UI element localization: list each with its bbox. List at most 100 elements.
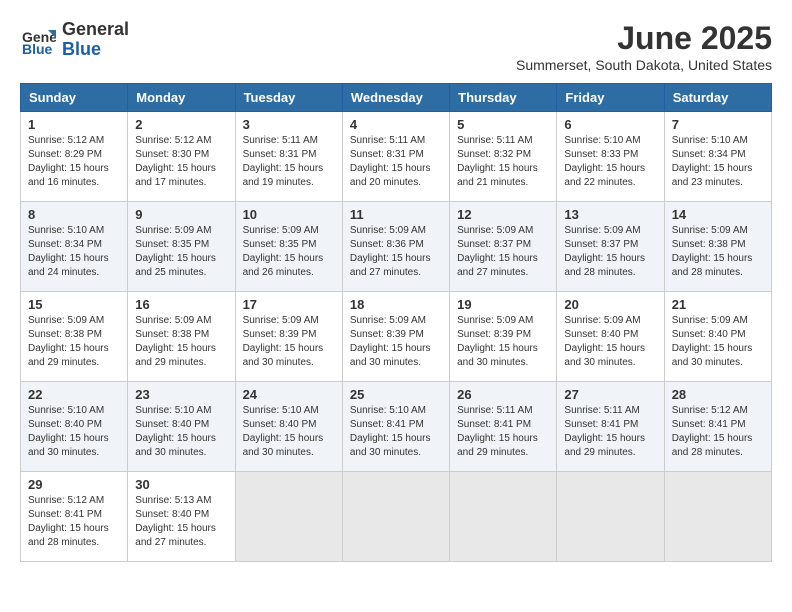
day-info: Sunrise: 5:10 AMSunset: 8:34 PMDaylight:… — [672, 135, 753, 188]
day-info: Sunrise: 5:10 AMSunset: 8:33 PMDaylight:… — [564, 135, 645, 188]
calendar-day-cell: 11 Sunrise: 5:09 AMSunset: 8:36 PMDaylig… — [342, 202, 449, 292]
calendar-week-row: 1 Sunrise: 5:12 AMSunset: 8:29 PMDayligh… — [21, 112, 772, 202]
day-number: 5 — [457, 117, 549, 132]
day-info: Sunrise: 5:09 AMSunset: 8:39 PMDaylight:… — [350, 315, 431, 368]
calendar-day-cell: 14 Sunrise: 5:09 AMSunset: 8:38 PMDaylig… — [664, 202, 771, 292]
calendar-day-cell: 23 Sunrise: 5:10 AMSunset: 8:40 PMDaylig… — [128, 382, 235, 472]
calendar-day-cell — [342, 472, 449, 562]
calendar-week-row: 29 Sunrise: 5:12 AMSunset: 8:41 PMDaylig… — [21, 472, 772, 562]
location-title: Summerset, South Dakota, United States — [516, 57, 772, 73]
calendar-day-cell: 18 Sunrise: 5:09 AMSunset: 8:39 PMDaylig… — [342, 292, 449, 382]
day-info: Sunrise: 5:09 AMSunset: 8:38 PMDaylight:… — [672, 225, 753, 278]
day-info: Sunrise: 5:11 AMSunset: 8:31 PMDaylight:… — [350, 135, 431, 188]
day-info: Sunrise: 5:10 AMSunset: 8:40 PMDaylight:… — [28, 405, 109, 458]
svg-text:Blue: Blue — [22, 41, 53, 57]
day-info: Sunrise: 5:09 AMSunset: 8:35 PMDaylight:… — [243, 225, 324, 278]
logo-general-text: General — [62, 19, 129, 39]
day-number: 25 — [350, 387, 442, 402]
calendar-day-cell — [664, 472, 771, 562]
day-info: Sunrise: 5:12 AMSunset: 8:29 PMDaylight:… — [28, 135, 109, 188]
calendar-table: Sunday Monday Tuesday Wednesday Thursday… — [20, 83, 772, 562]
day-info: Sunrise: 5:10 AMSunset: 8:40 PMDaylight:… — [243, 405, 324, 458]
day-number: 15 — [28, 297, 120, 312]
day-number: 9 — [135, 207, 227, 222]
day-number: 12 — [457, 207, 549, 222]
day-number: 7 — [672, 117, 764, 132]
calendar-day-cell: 1 Sunrise: 5:12 AMSunset: 8:29 PMDayligh… — [21, 112, 128, 202]
calendar-day-cell: 17 Sunrise: 5:09 AMSunset: 8:39 PMDaylig… — [235, 292, 342, 382]
day-info: Sunrise: 5:09 AMSunset: 8:38 PMDaylight:… — [28, 315, 109, 368]
title-section: June 2025 Summerset, South Dakota, Unite… — [516, 20, 772, 73]
day-info: Sunrise: 5:11 AMSunset: 8:32 PMDaylight:… — [457, 135, 538, 188]
logo-icon: General Blue — [20, 22, 56, 58]
day-number: 19 — [457, 297, 549, 312]
calendar-day-cell: 8 Sunrise: 5:10 AMSunset: 8:34 PMDayligh… — [21, 202, 128, 292]
calendar-day-cell — [235, 472, 342, 562]
day-info: Sunrise: 5:09 AMSunset: 8:36 PMDaylight:… — [350, 225, 431, 278]
day-number: 8 — [28, 207, 120, 222]
day-info: Sunrise: 5:12 AMSunset: 8:41 PMDaylight:… — [672, 405, 753, 458]
day-info: Sunrise: 5:09 AMSunset: 8:40 PMDaylight:… — [564, 315, 645, 368]
calendar-day-cell: 24 Sunrise: 5:10 AMSunset: 8:40 PMDaylig… — [235, 382, 342, 472]
day-number: 17 — [243, 297, 335, 312]
day-info: Sunrise: 5:09 AMSunset: 8:37 PMDaylight:… — [457, 225, 538, 278]
calendar-day-cell: 3 Sunrise: 5:11 AMSunset: 8:31 PMDayligh… — [235, 112, 342, 202]
calendar-day-cell: 2 Sunrise: 5:12 AMSunset: 8:30 PMDayligh… — [128, 112, 235, 202]
day-number: 30 — [135, 477, 227, 492]
calendar-day-cell: 13 Sunrise: 5:09 AMSunset: 8:37 PMDaylig… — [557, 202, 664, 292]
day-info: Sunrise: 5:09 AMSunset: 8:40 PMDaylight:… — [672, 315, 753, 368]
day-info: Sunrise: 5:09 AMSunset: 8:35 PMDaylight:… — [135, 225, 216, 278]
header-friday: Friday — [557, 84, 664, 112]
calendar-day-cell: 10 Sunrise: 5:09 AMSunset: 8:35 PMDaylig… — [235, 202, 342, 292]
day-number: 16 — [135, 297, 227, 312]
header-tuesday: Tuesday — [235, 84, 342, 112]
day-number: 13 — [564, 207, 656, 222]
day-number: 6 — [564, 117, 656, 132]
calendar-day-cell: 12 Sunrise: 5:09 AMSunset: 8:37 PMDaylig… — [450, 202, 557, 292]
day-number: 23 — [135, 387, 227, 402]
logo: General Blue General Blue — [20, 20, 129, 60]
day-info: Sunrise: 5:09 AMSunset: 8:38 PMDaylight:… — [135, 315, 216, 368]
calendar-day-cell: 29 Sunrise: 5:12 AMSunset: 8:41 PMDaylig… — [21, 472, 128, 562]
calendar-day-cell: 28 Sunrise: 5:12 AMSunset: 8:41 PMDaylig… — [664, 382, 771, 472]
calendar-day-cell: 25 Sunrise: 5:10 AMSunset: 8:41 PMDaylig… — [342, 382, 449, 472]
month-title: June 2025 — [516, 20, 772, 57]
weekday-header-row: Sunday Monday Tuesday Wednesday Thursday… — [21, 84, 772, 112]
day-info: Sunrise: 5:11 AMSunset: 8:41 PMDaylight:… — [564, 405, 645, 458]
calendar-day-cell: 22 Sunrise: 5:10 AMSunset: 8:40 PMDaylig… — [21, 382, 128, 472]
day-info: Sunrise: 5:09 AMSunset: 8:39 PMDaylight:… — [457, 315, 538, 368]
logo-blue-text: Blue — [62, 39, 101, 59]
day-info: Sunrise: 5:11 AMSunset: 8:31 PMDaylight:… — [243, 135, 324, 188]
calendar-week-row: 15 Sunrise: 5:09 AMSunset: 8:38 PMDaylig… — [21, 292, 772, 382]
day-number: 14 — [672, 207, 764, 222]
calendar-day-cell: 7 Sunrise: 5:10 AMSunset: 8:34 PMDayligh… — [664, 112, 771, 202]
calendar-day-cell: 4 Sunrise: 5:11 AMSunset: 8:31 PMDayligh… — [342, 112, 449, 202]
day-number: 24 — [243, 387, 335, 402]
day-number: 27 — [564, 387, 656, 402]
calendar-day-cell: 26 Sunrise: 5:11 AMSunset: 8:41 PMDaylig… — [450, 382, 557, 472]
calendar-day-cell: 19 Sunrise: 5:09 AMSunset: 8:39 PMDaylig… — [450, 292, 557, 382]
calendar-week-row: 8 Sunrise: 5:10 AMSunset: 8:34 PMDayligh… — [21, 202, 772, 292]
calendar-day-cell: 27 Sunrise: 5:11 AMSunset: 8:41 PMDaylig… — [557, 382, 664, 472]
day-number: 1 — [28, 117, 120, 132]
day-info: Sunrise: 5:12 AMSunset: 8:41 PMDaylight:… — [28, 495, 109, 548]
calendar-day-cell: 15 Sunrise: 5:09 AMSunset: 8:38 PMDaylig… — [21, 292, 128, 382]
calendar-day-cell — [557, 472, 664, 562]
day-info: Sunrise: 5:13 AMSunset: 8:40 PMDaylight:… — [135, 495, 216, 548]
day-info: Sunrise: 5:09 AMSunset: 8:37 PMDaylight:… — [564, 225, 645, 278]
page-header: General Blue General Blue June 2025 Summ… — [20, 20, 772, 73]
day-info: Sunrise: 5:11 AMSunset: 8:41 PMDaylight:… — [457, 405, 538, 458]
day-number: 18 — [350, 297, 442, 312]
calendar-day-cell — [450, 472, 557, 562]
day-number: 20 — [564, 297, 656, 312]
calendar-day-cell: 21 Sunrise: 5:09 AMSunset: 8:40 PMDaylig… — [664, 292, 771, 382]
day-number: 21 — [672, 297, 764, 312]
day-number: 4 — [350, 117, 442, 132]
day-info: Sunrise: 5:10 AMSunset: 8:40 PMDaylight:… — [135, 405, 216, 458]
day-number: 26 — [457, 387, 549, 402]
day-number: 11 — [350, 207, 442, 222]
calendar-day-cell: 5 Sunrise: 5:11 AMSunset: 8:32 PMDayligh… — [450, 112, 557, 202]
calendar-day-cell: 30 Sunrise: 5:13 AMSunset: 8:40 PMDaylig… — [128, 472, 235, 562]
header-wednesday: Wednesday — [342, 84, 449, 112]
header-sunday: Sunday — [21, 84, 128, 112]
